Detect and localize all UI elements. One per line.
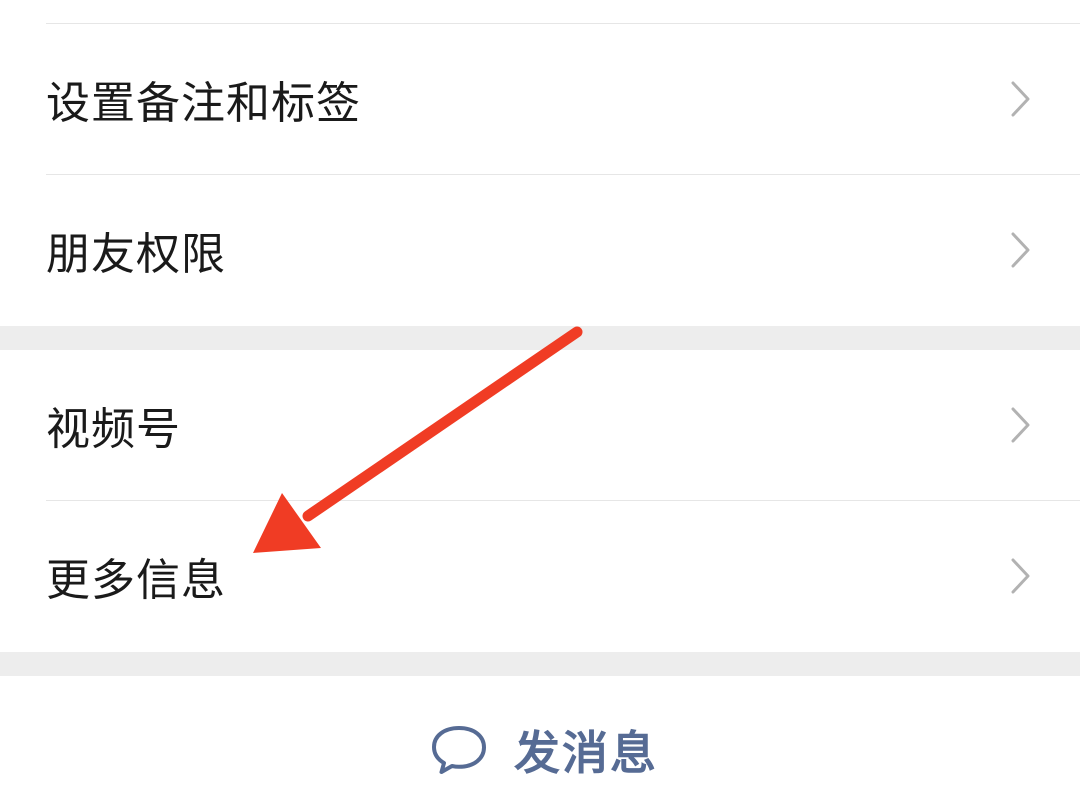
- row-label-friend-permissions: 朋友权限: [46, 229, 226, 280]
- chevron-right-icon: [1011, 407, 1030, 443]
- row-friend-permissions[interactable]: 朋友权限: [0, 175, 1080, 325]
- send-message-label: 发消息: [514, 726, 658, 780]
- section-gap: [0, 652, 1080, 676]
- chevron-right-icon: [1011, 232, 1030, 268]
- row-channels[interactable]: 视频号: [0, 350, 1080, 500]
- row-label-channels: 视频号: [46, 404, 181, 455]
- chevron-right-icon: [1011, 558, 1030, 594]
- contact-detail-page: 设置备注和标签 朋友权限 视频号 更多信息 发消息: [0, 0, 1080, 810]
- row-set-remark-and-tags[interactable]: 设置备注和标签: [0, 24, 1080, 174]
- section-gap: [0, 326, 1080, 350]
- chevron-right-icon: [1011, 81, 1030, 117]
- chat-bubble-icon: [432, 726, 486, 774]
- contact-settings-section: 设置备注和标签 朋友权限: [0, 24, 1080, 326]
- send-message-button[interactable]: 发消息: [430, 720, 658, 780]
- row-more-info[interactable]: 更多信息: [0, 501, 1080, 651]
- row-label-more-info: 更多信息: [46, 555, 226, 606]
- send-message-area: 发消息: [0, 676, 1080, 810]
- contact-info-section: 视频号 更多信息: [0, 350, 1080, 652]
- row-label-set-remark-and-tags: 设置备注和标签: [46, 78, 361, 129]
